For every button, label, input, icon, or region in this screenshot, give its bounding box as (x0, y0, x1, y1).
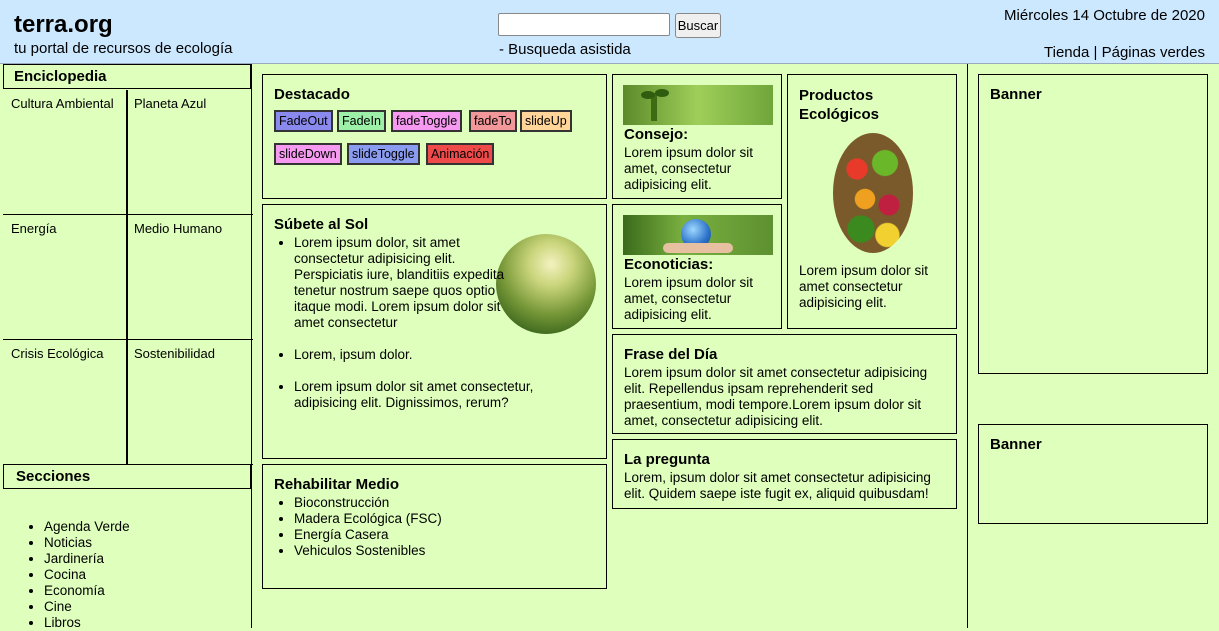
banner-top[interactable]: Banner (978, 74, 1208, 374)
section-item[interactable]: Cine (44, 599, 130, 615)
list-item: Lorem ipsum dolor sit amet consectetur, … (294, 379, 544, 411)
section-item[interactable]: Jardinería (44, 551, 130, 567)
site-title[interactable]: terra.org (14, 11, 113, 39)
list-item[interactable]: Energía Casera (294, 527, 442, 543)
banner-bottom[interactable]: Banner (978, 424, 1208, 524)
products-text: Lorem ipsum dolor sit amet consectetur a… (799, 263, 929, 310)
list-item[interactable]: Bioconstrucción (294, 495, 442, 511)
vegetables-image (833, 133, 913, 253)
sections-list: Agenda Verde Noticias Jardinería Cocina … (24, 519, 130, 631)
shop-link[interactable]: Tienda (1044, 44, 1089, 61)
slidedown-button[interactable]: slideDown (274, 143, 342, 165)
section-item[interactable]: Noticias (44, 535, 130, 551)
question-text: Lorem, ipsum dolor sit amet consectetur … (624, 470, 931, 501)
top-links: Tienda | Páginas verdes (1044, 44, 1205, 61)
tip-heading: Consejo: (624, 126, 689, 143)
econews-text: Lorem ipsum dolor sit amet, consectetur … (624, 275, 754, 322)
encyclopedia-item-medio-humano[interactable]: Medio Humano (128, 215, 253, 340)
fadein-button[interactable]: FadeIn (337, 110, 386, 132)
banner-heading: Banner (990, 86, 1042, 103)
animation-button[interactable]: Animación (426, 143, 495, 165)
section-item[interactable]: Economía (44, 583, 130, 599)
phrase-heading: Frase del Día (624, 346, 718, 363)
slideup-button[interactable]: slideUp (520, 110, 572, 132)
date-display: Miércoles 14 Octubre de 2020 (1004, 7, 1205, 24)
question-box: La pregunta Lorem, ipsum dolor sit amet … (612, 439, 957, 509)
encyclopedia-heading: Enciclopedia (3, 64, 251, 89)
econews-heading: Econoticias: (624, 256, 714, 273)
link-separator: | (1093, 44, 1098, 61)
featured-box: Destacado FadeOut FadeIn fadeToggle fade… (262, 74, 607, 199)
fadetoggle-button[interactable]: fadeToggle (391, 110, 463, 132)
fadeout-button[interactable]: FadeOut (274, 110, 333, 132)
encyclopedia-item-sostenibilidad[interactable]: Sostenibilidad (128, 340, 253, 465)
products-heading: Productos Ecológicos (799, 87, 880, 123)
sun-box: Súbete al Sol Lorem ipsum dolor, sit ame… (262, 204, 607, 459)
list-item: Lorem ipsum dolor, sit amet consectetur … (294, 235, 514, 331)
slidetoggle-button[interactable]: slideToggle (347, 143, 420, 165)
search-input[interactable] (498, 13, 670, 36)
sprout-image (623, 85, 773, 125)
rehab-box: Rehabilitar Medio Bioconstrucción Madera… (262, 464, 607, 589)
sections-heading: Secciones (3, 464, 251, 489)
green-pages-link[interactable]: Páginas verdes (1102, 44, 1205, 61)
list-item: Lorem, ipsum dolor. (294, 347, 514, 363)
site-subtitle: tu portal de recursos de ecología (14, 40, 233, 57)
encyclopedia-item-planeta-azul[interactable]: Planeta Azul (128, 90, 253, 215)
assisted-search-link[interactable]: - Busqueda asistida (499, 41, 631, 58)
section-item[interactable]: Cocina (44, 567, 130, 583)
rehab-heading: Rehabilitar Medio (274, 476, 400, 493)
encyclopedia-item-cultura-ambiental[interactable]: Cultura Ambiental (3, 90, 128, 215)
featured-heading: Destacado (274, 86, 350, 103)
encyclopedia-item-crisis-ecologica[interactable]: Crisis Ecológica (3, 340, 128, 465)
question-heading: La pregunta (624, 451, 710, 468)
rehab-list: Bioconstrucción Madera Ecológica (FSC) E… (274, 495, 442, 559)
sun-heading: Súbete al Sol (274, 216, 369, 233)
products-box: Productos Ecológicos Lorem ipsum dolor s… (787, 74, 957, 329)
section-item[interactable]: Libros (44, 615, 130, 631)
tip-box: Consejo: Lorem ipsum dolor sit amet, con… (612, 74, 782, 199)
earth-hands-image (623, 215, 773, 255)
banner-heading: Banner (990, 436, 1042, 453)
fadeto-button[interactable]: fadeTo (469, 110, 517, 132)
econews-box: Econoticias: Lorem ipsum dolor sit amet,… (612, 204, 782, 329)
sun-list: Lorem ipsum dolor, sit amet consectetur … (274, 235, 533, 411)
tip-text: Lorem ipsum dolor sit amet, consectetur … (624, 145, 754, 192)
search-button[interactable]: Buscar (675, 13, 721, 38)
phrase-text: Lorem ipsum dolor sit amet consectetur a… (624, 365, 928, 428)
list-item[interactable]: Madera Ecológica (FSC) (294, 511, 442, 527)
phrase-box: Frase del Día Lorem ipsum dolor sit amet… (612, 334, 957, 434)
list-item[interactable]: Vehiculos Sostenibles (294, 543, 442, 559)
encyclopedia-item-energia[interactable]: Energía (3, 215, 128, 340)
right-column-divider (967, 64, 968, 628)
section-item[interactable]: Agenda Verde (44, 519, 130, 535)
